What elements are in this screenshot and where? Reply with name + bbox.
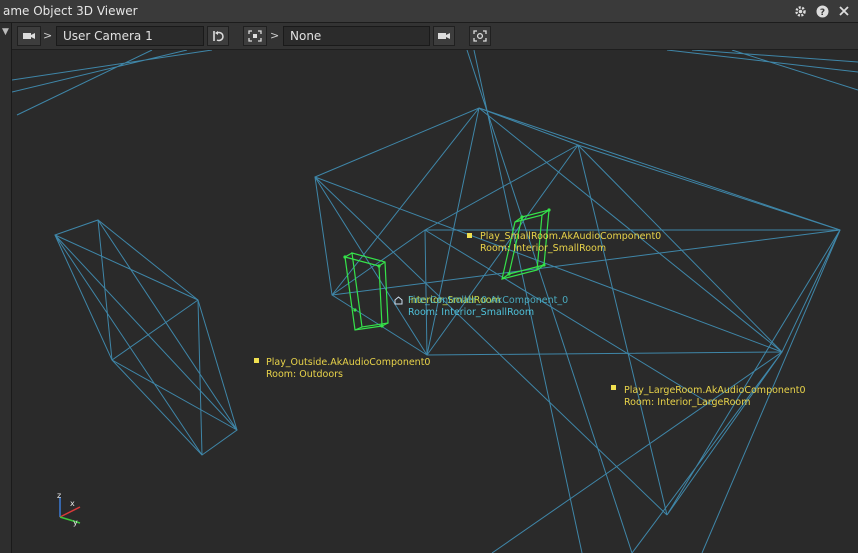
gear-icon[interactable] xyxy=(792,3,808,19)
close-icon[interactable] xyxy=(836,3,852,19)
focus-button[interactable] xyxy=(469,26,491,46)
viewer-toolbar: > User Camera 1 > None xyxy=(12,23,858,50)
emitter-room: Room: Outdoors xyxy=(266,369,344,380)
camera-field[interactable]: User Camera 1 xyxy=(56,26,204,46)
axis-gizmo: z x y xyxy=(57,491,81,527)
emitter-name: Play_SmallRoom.AkAudioComponent0 xyxy=(480,231,662,242)
label-play-outside: Play_Outside.AkAudioComponent0 Room: Out… xyxy=(266,357,430,381)
emitter-marker[interactable] xyxy=(254,358,259,363)
frame-select-icon xyxy=(248,30,262,42)
camera-chevron[interactable]: > xyxy=(43,29,52,42)
emitter-name: Play_LargeRoom.AkAudioComponent0 xyxy=(624,385,806,396)
emitter-marker[interactable] xyxy=(467,233,472,238)
camera-icon xyxy=(23,33,35,39)
label-play-smallroom: Play_SmallRoom.AkAudioComponent0 Room: I… xyxy=(480,231,661,255)
focus-icon xyxy=(473,30,487,42)
3d-viewport[interactable]: Play_SmallRoom.AkAudioComponent0 Room: I… xyxy=(12,50,858,553)
target-field[interactable]: None xyxy=(283,26,430,46)
emitter-name: Play_Outside.AkAudioComponent0 xyxy=(266,357,431,368)
emitter-marker[interactable] xyxy=(611,385,616,390)
video-camera-button[interactable] xyxy=(433,26,455,46)
reset-view-icon xyxy=(213,31,224,42)
title-bar: ame Object 3D Viewer ? xyxy=(0,0,858,23)
svg-text:?: ? xyxy=(819,8,824,18)
collapse-arrow-icon[interactable]: ▼ xyxy=(2,27,9,37)
listener-room: Room: Interior_SmallRoom xyxy=(408,307,535,318)
emitter-room: Room: Interior_SmallRoom xyxy=(480,243,607,254)
axis-y-label: y xyxy=(73,518,78,527)
label-play-largeroom: Play_LargeRoom.AkAudioComponent0 Room: I… xyxy=(624,385,806,409)
label-listener: Interior_SmallRoom Fire_Controller_0.AkC… xyxy=(408,295,568,319)
axis-z-label: z xyxy=(57,491,61,500)
camera-button[interactable] xyxy=(17,26,41,46)
listener-icon[interactable] xyxy=(394,294,403,308)
video-camera-icon xyxy=(438,33,450,39)
help-icon[interactable]: ? xyxy=(814,3,830,19)
side-gutter[interactable]: ▼ xyxy=(0,23,12,553)
target-chevron[interactable]: > xyxy=(270,29,279,42)
frame-select-button[interactable] xyxy=(243,26,267,46)
window-title: ame Object 3D Viewer xyxy=(3,4,138,18)
emitter-room: Room: Interior_LargeRoom xyxy=(624,397,751,408)
reset-view-button[interactable] xyxy=(207,26,229,46)
listener-name: Fire_Controller_0.AkComponent_0 xyxy=(408,295,569,306)
axis-x-label: x xyxy=(70,499,75,508)
